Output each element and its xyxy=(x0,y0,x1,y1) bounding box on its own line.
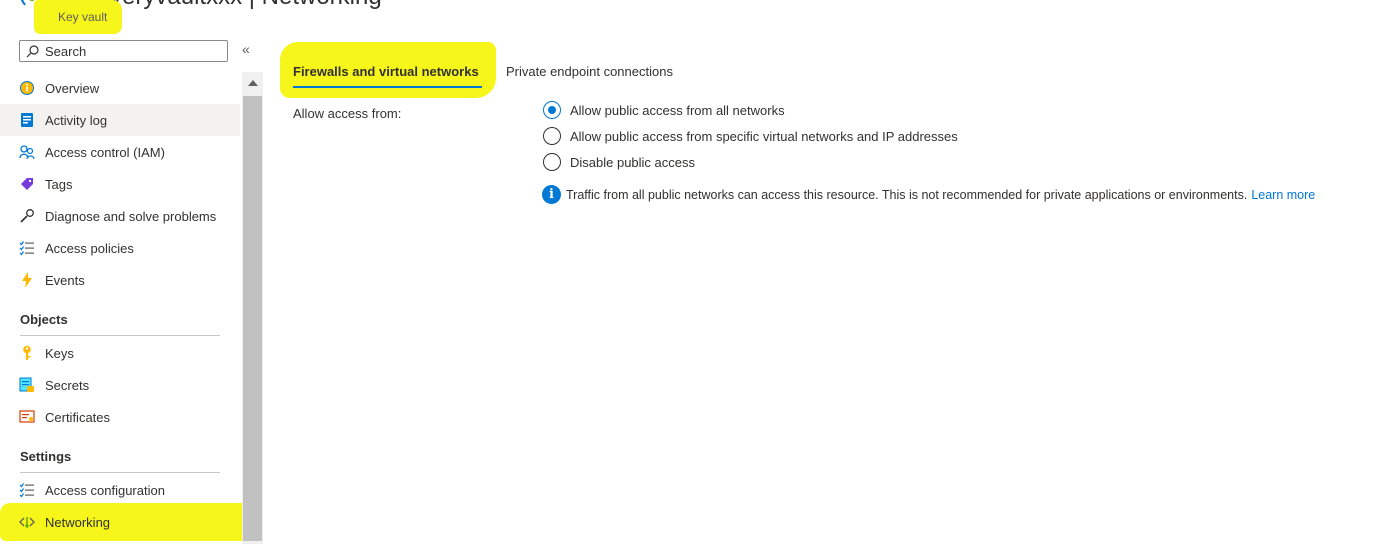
secret-icon xyxy=(19,377,35,393)
activity-log-icon xyxy=(19,112,35,128)
sidebar-item-keys[interactable]: Keys xyxy=(0,337,240,369)
option-all-networks[interactable]: Allow public access from all networks xyxy=(543,100,785,120)
scroll-up-arrow-icon[interactable] xyxy=(248,80,258,86)
sidebar-item-diagnose[interactable]: Diagnose and solve problems xyxy=(0,200,240,232)
people-icon xyxy=(19,144,35,160)
section-divider xyxy=(20,472,220,473)
certificate-icon xyxy=(19,409,35,425)
list-icon xyxy=(19,482,35,498)
radio-button[interactable] xyxy=(543,101,561,119)
search-box[interactable] xyxy=(19,40,228,62)
list-icon xyxy=(19,240,35,256)
sidebar-item-access-policies[interactable]: Access policies xyxy=(0,232,240,264)
active-tab-indicator xyxy=(293,86,482,88)
radio-button[interactable] xyxy=(543,153,561,171)
sidebar-item-secrets[interactable]: Secrets xyxy=(0,369,240,401)
subtitle-highlight: Key vault xyxy=(34,0,122,34)
sidebar-item-access-control[interactable]: Access control (IAM) xyxy=(0,136,240,168)
key-icon xyxy=(19,345,35,361)
scrollbar-thumb[interactable] xyxy=(243,96,262,541)
info-message: i Traffic from all public networks can a… xyxy=(542,185,1315,204)
section-heading-settings: Settings xyxy=(20,449,72,464)
info-icon: i xyxy=(542,185,561,204)
wrench-icon xyxy=(19,208,35,224)
sidebar-item-events[interactable]: Events xyxy=(0,264,240,296)
section-divider xyxy=(20,335,220,336)
option-selected-networks[interactable]: Allow public access from specific virtua… xyxy=(543,126,958,146)
resource-type-label: Key vault xyxy=(58,10,108,24)
lightning-icon xyxy=(19,272,35,288)
sidebar-item-overview[interactable]: Overview xyxy=(0,72,240,104)
networking-page: Recoveryvaultxxx | Networking Key vault … xyxy=(0,0,1400,549)
overview-icon xyxy=(19,80,35,96)
tag-icon xyxy=(19,176,35,192)
section-heading-objects: Objects xyxy=(20,312,68,327)
networking-icon xyxy=(19,514,35,530)
tab-private-endpoint-connections[interactable]: Private endpoint connections xyxy=(506,64,673,79)
option-disable-public-access[interactable]: Disable public access xyxy=(543,152,695,172)
radio-button[interactable] xyxy=(543,127,561,145)
sidebar-item-activity-log[interactable]: Activity log xyxy=(0,104,240,136)
sidebar-item-tags[interactable]: Tags xyxy=(0,168,240,200)
allow-access-label: Allow access from: xyxy=(293,106,402,121)
learn-more-link[interactable]: Learn more xyxy=(1251,188,1315,202)
search-input[interactable] xyxy=(45,43,215,59)
tab-firewalls-virtual-networks[interactable]: Firewalls and virtual networks xyxy=(293,64,479,79)
sidebar-item-networking[interactable]: Networking xyxy=(0,506,240,538)
sidebar-item-certificates[interactable]: Certificates xyxy=(0,401,240,433)
collapse-sidebar-icon[interactable]: « xyxy=(242,41,250,57)
sidebar-item-access-configuration[interactable]: Access configuration xyxy=(0,474,240,506)
search-icon xyxy=(26,44,39,57)
info-text: Traffic from all public networks can acc… xyxy=(566,187,1248,202)
